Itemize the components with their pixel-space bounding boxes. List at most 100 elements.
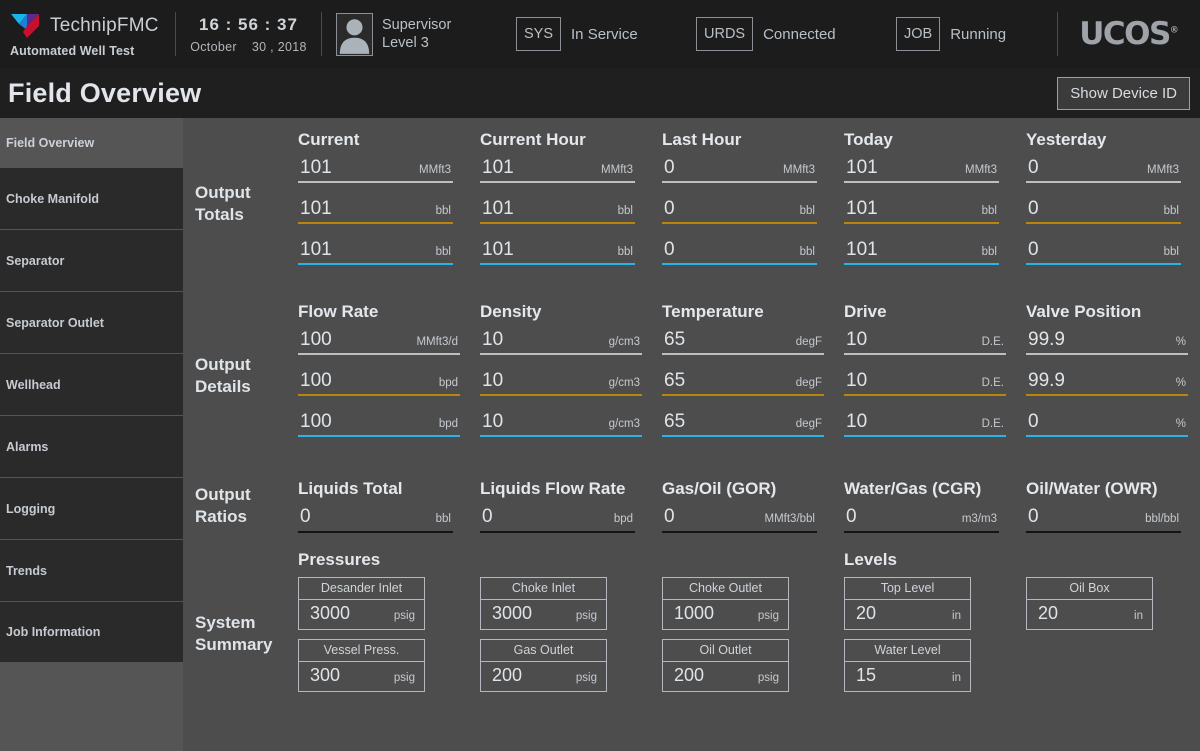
show-device-id-button[interactable]: Show Device ID — [1057, 76, 1190, 110]
totals-last-hour-water[interactable]: 0 bbl — [662, 237, 817, 266]
column-title: Valve Position — [1026, 301, 1142, 321]
unit: g/cm3 — [608, 335, 640, 348]
details-density-gas[interactable]: 10 g/cm3 — [480, 327, 642, 355]
unit: bbl — [617, 204, 633, 217]
unit: MMft3 — [601, 163, 633, 176]
box-gas-outlet[interactable]: Gas Outlet 200 psig — [480, 639, 607, 692]
sidebar-item-trends[interactable]: Trends — [0, 539, 183, 601]
totals-current-gas[interactable]: 101 MMft3 — [298, 155, 453, 183]
box-desander-inlet[interactable]: Desander Inlet 3000 psig — [298, 577, 425, 630]
value: 99.9 — [1028, 369, 1065, 391]
value: 101 — [846, 239, 878, 261]
totals-last-hour-gas[interactable]: 0 MMft3 — [662, 155, 817, 183]
date-day-year: 30 , 2018 — [251, 39, 307, 54]
box-oil-box[interactable]: Oil Box 20 in — [1026, 577, 1153, 630]
details-temperature-gas[interactable]: 65 degF — [662, 327, 824, 355]
sidebar-item-job-information[interactable]: Job Information — [0, 601, 183, 663]
box-top-level[interactable]: Top Level 20 in — [844, 577, 971, 630]
ratios-column-water-gas-cgr: Water/Gas (CGR) 0 m3/m3 — [844, 479, 1026, 533]
title-bar: Field Overview Show Device ID — [0, 68, 1200, 118]
value: 101 — [482, 156, 514, 178]
box-label: Oil Box — [1026, 577, 1153, 599]
pressures-group: Pressures Desander Inlet 3000 psig Vessel… — [298, 550, 844, 701]
job-status-value: Running — [950, 25, 1007, 43]
ratios-gas-oil-gor-field[interactable]: 0 MMft3/bbl — [662, 504, 817, 533]
sidebar-item-alarms[interactable]: Alarms — [0, 415, 183, 477]
details-drive-gas[interactable]: 10 D.E. — [844, 327, 1006, 355]
box-water-level[interactable]: Water Level 15 in — [844, 639, 971, 692]
totals-yesterday-water[interactable]: 0 bbl — [1026, 237, 1181, 266]
totals-current-hour-water[interactable]: 101 bbl — [480, 237, 635, 266]
unit: bbl — [435, 246, 451, 259]
details-valve-position-water[interactable]: 0% — [1026, 409, 1188, 438]
ratios-liquids-flow-rate-field[interactable]: 0 bpd — [480, 504, 635, 533]
details-temperature-water[interactable]: 65 degF — [662, 409, 824, 438]
page-title: Field Overview — [8, 77, 202, 108]
urds-status-value: Connected — [763, 25, 836, 43]
user-block[interactable]: Supervisor Level 3 — [322, 0, 502, 68]
system-summary-label: System Summary — [195, 613, 273, 654]
totals-today-water[interactable]: 101 bbl — [844, 237, 999, 266]
unit: D.E. — [981, 335, 1004, 348]
ratios-oil-water-owr-field[interactable]: 0 bbl/bbl — [1026, 504, 1181, 533]
output-totals-section: Output Totals Current 101 MMft3 101 bbl 10… — [183, 118, 1200, 290]
brand-tagline: Automated Well Test — [10, 43, 135, 58]
sidebar-header: Field Overview — [6, 135, 95, 150]
system-summary-section: System Summary Pressures Desander Inlet … — [183, 550, 1200, 720]
ratios-liquids-total-field[interactable]: 0 bbl — [298, 504, 453, 533]
totals-yesterday-oil[interactable]: 0 bbl — [1026, 196, 1181, 225]
user-role: Supervisor — [382, 17, 452, 33]
sidebar-item-separator-outlet[interactable]: Separator Outlet — [0, 291, 183, 353]
value: 3000 — [492, 603, 533, 623]
unit: bpd — [438, 376, 458, 389]
totals-today-oil[interactable]: 101 bbl — [844, 196, 999, 225]
ucos-logo: UCOS® — [1079, 16, 1179, 52]
details-flow-rate-water[interactable]: 100 bpd — [298, 409, 460, 438]
details-density-oil[interactable]: 10 g/cm3 — [480, 368, 642, 397]
details-valve-position-gas[interactable]: 99.9% — [1026, 327, 1188, 355]
sidebar-item-choke-manifold[interactable]: Choke Manifold — [0, 167, 183, 229]
value: 10 — [482, 411, 504, 433]
sidebar-item-separator[interactable]: Separator — [0, 229, 183, 291]
value: 100 — [300, 369, 332, 391]
totals-current-oil[interactable]: 101 bbl — [298, 196, 453, 225]
value: 0 — [664, 506, 675, 528]
brand-logo-block: TechnipFMC Automated Well Test — [0, 0, 175, 68]
output-ratios-label: Output Ratios — [195, 485, 251, 526]
details-valve-position-oil[interactable]: 99.9% — [1026, 368, 1188, 397]
sidebar-item-logging[interactable]: Logging — [0, 477, 183, 539]
box-oil-outlet[interactable]: Oil Outlet 200 psig — [662, 639, 789, 692]
details-drive-oil[interactable]: 10 D.E. — [844, 368, 1006, 397]
user-level: Level 3 — [382, 35, 429, 51]
totals-current-hour-gas[interactable]: 101 MMft3 — [480, 155, 635, 183]
details-density-water[interactable]: 10 g/cm3 — [480, 409, 642, 438]
value: 0 — [664, 197, 675, 219]
details-flow-rate-oil[interactable]: 100 bpd — [298, 368, 460, 397]
totals-last-hour-oil[interactable]: 0 bbl — [662, 196, 817, 225]
details-drive-water[interactable]: 10 D.E. — [844, 409, 1006, 438]
unit: bbl — [435, 513, 451, 526]
box-choke-outlet[interactable]: Choke Outlet 1000 psig — [662, 577, 789, 630]
details-column-drive: Drive 10 D.E. 10 D.E. 10 D.E. — [844, 302, 1026, 451]
details-temperature-oil[interactable]: 65 degF — [662, 368, 824, 397]
unit: degF — [795, 376, 822, 389]
sidebar-item-wellhead[interactable]: Wellhead — [0, 353, 183, 415]
unit: bbl — [799, 246, 815, 259]
unit: psig — [393, 672, 415, 684]
unit: g/cm3 — [608, 376, 640, 389]
ratios-column-liquids-flow-rate: Liquids Flow Rate 0 bpd — [480, 479, 662, 533]
unit: psig — [393, 610, 415, 622]
box-vessel-pressure[interactable]: Vessel Press. 300 psig — [298, 639, 425, 692]
details-flow-rate-gas[interactable]: 100 MMft3/d — [298, 327, 460, 355]
totals-current-hour-oil[interactable]: 101 bbl — [480, 196, 635, 225]
value: 101 — [846, 197, 878, 219]
totals-yesterday-gas[interactable]: 0 MMft3 — [1026, 155, 1181, 183]
ratios-water-gas-cgr-field[interactable]: 0 m3/m3 — [844, 504, 999, 533]
box-label: Top Level — [844, 577, 971, 599]
box-choke-inlet[interactable]: Choke Inlet 3000 psig — [480, 577, 607, 630]
totals-current-water[interactable]: 101 bbl — [298, 237, 453, 266]
totals-today-gas[interactable]: 101 MMft3 — [844, 155, 999, 183]
box-label: Choke Inlet — [480, 577, 607, 599]
top-bar: TechnipFMC Automated Well Test 16 : 56 :… — [0, 0, 1200, 68]
column-title: Today — [844, 129, 893, 149]
